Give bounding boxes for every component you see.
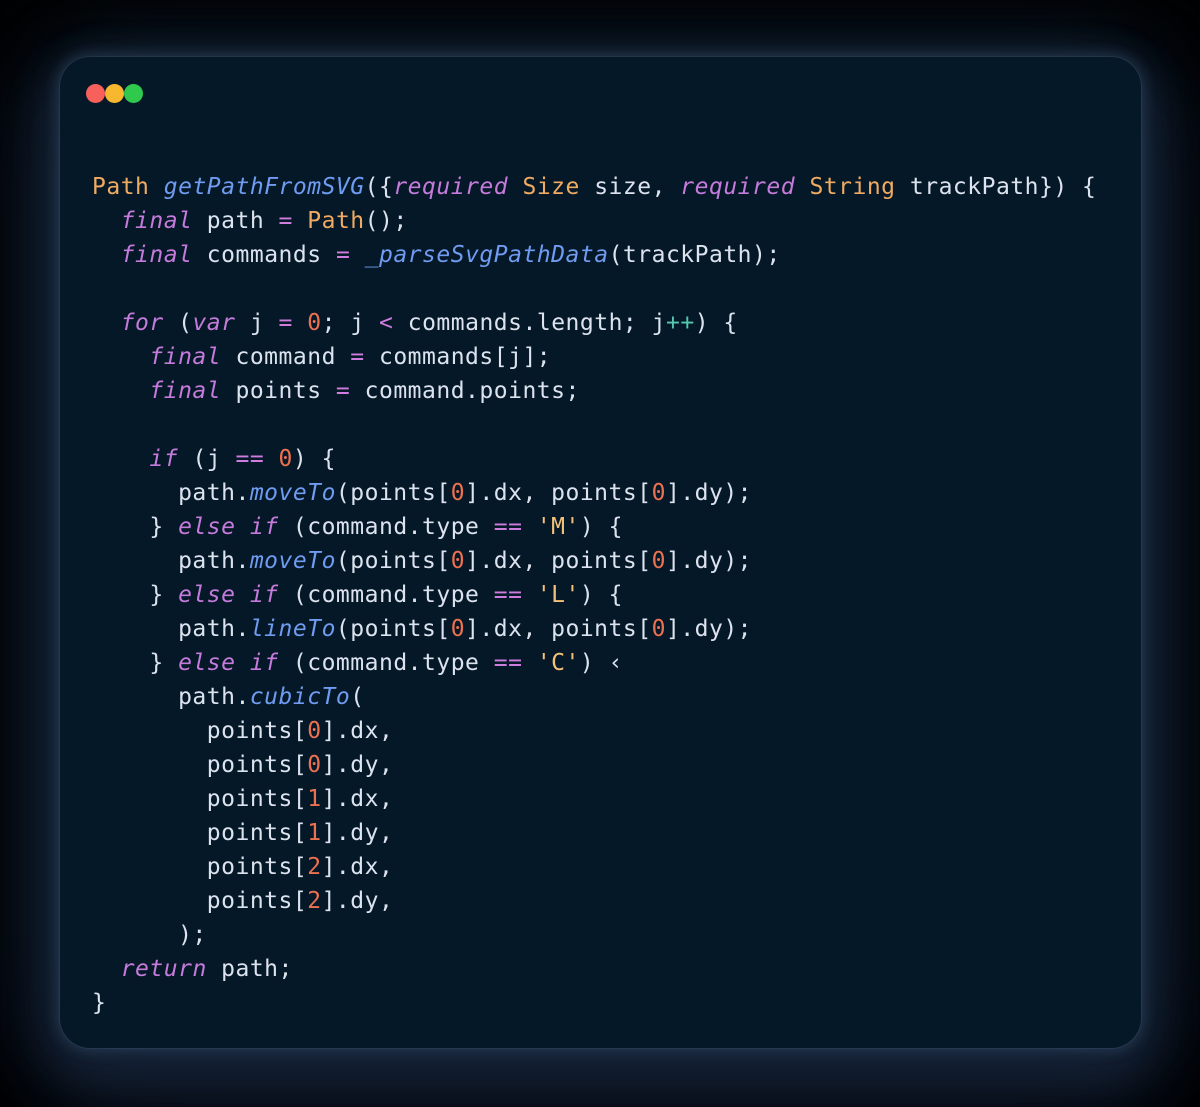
code-line: points[1].dy,: [92, 816, 1125, 850]
code-line: return path;: [92, 952, 1125, 986]
code-line: final path = Path();: [92, 204, 1125, 238]
code-window: Path getPathFromSVG({required Size size,…: [60, 57, 1141, 1048]
code-line: points[2].dx,: [92, 850, 1125, 884]
code-line: path.lineTo(points[0].dx, points[0].dy);: [92, 612, 1125, 646]
code-line: path.cubicTo(: [92, 680, 1125, 714]
code-line: path.moveTo(points[0].dx, points[0].dy);: [92, 544, 1125, 578]
code-line: final command = commands[j];: [92, 340, 1125, 374]
code-line: [92, 408, 1125, 442]
minimize-button[interactable]: [105, 84, 124, 103]
zoom-button[interactable]: [124, 84, 143, 103]
code-line: points[1].dx,: [92, 782, 1125, 816]
code-line: points[0].dx,: [92, 714, 1125, 748]
code-line: [92, 272, 1125, 306]
code-line: } else if (command.type == 'C') ‹: [92, 646, 1125, 680]
code-line: Path getPathFromSVG({required Size size,…: [92, 170, 1125, 204]
close-button[interactable]: [86, 84, 105, 103]
code-line: points[2].dy,: [92, 884, 1125, 918]
code-line: } else if (command.type == 'L') {: [92, 578, 1125, 612]
code-line: );: [92, 918, 1125, 952]
code-line: if (j == 0) {: [92, 442, 1125, 476]
window-titlebar: [60, 57, 1141, 107]
code-line: path.moveTo(points[0].dx, points[0].dy);: [92, 476, 1125, 510]
code-line: }: [92, 986, 1125, 1020]
code-line: points[0].dy,: [92, 748, 1125, 782]
code-block: Path getPathFromSVG({required Size size,…: [60, 107, 1141, 1020]
code-line: } else if (command.type == 'M') {: [92, 510, 1125, 544]
code-line: final commands = _parseSvgPathData(track…: [92, 238, 1125, 272]
code-line: final points = command.points;: [92, 374, 1125, 408]
traffic-lights: [86, 84, 143, 107]
code-line: for (var j = 0; j < commands.length; j++…: [92, 306, 1125, 340]
